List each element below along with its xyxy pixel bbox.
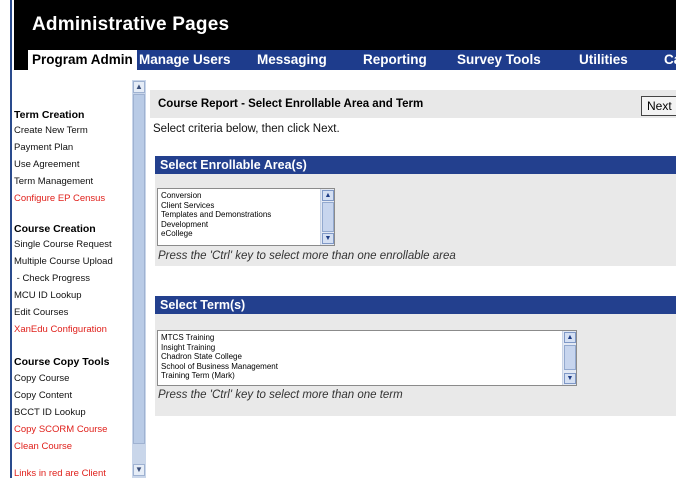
nav-tab-manage-users[interactable]: Manage Users: [139, 50, 231, 70]
sidebar: Term Creation Create New Term Payment Pl…: [14, 80, 132, 479]
list-item[interactable]: School of Business Management: [158, 362, 576, 372]
nav-left-edge: [14, 50, 28, 70]
sidebar-link-xanedu-configuration[interactable]: XanEdu Configuration: [14, 324, 107, 335]
enrollable-area-listbox[interactable]: Conversion Client Services Templates and…: [157, 188, 335, 246]
page-title: Course Report - Select Enrollable Area a…: [158, 98, 424, 110]
nav-tab-messaging[interactable]: Messaging: [257, 50, 327, 70]
instructions-text: Select criteria below, then click Next.: [153, 123, 340, 135]
sidebar-scroll-thumb[interactable]: [133, 94, 145, 444]
sidebar-link-copy-scorm-course[interactable]: Copy SCORM Course: [14, 424, 107, 435]
down-arrow-icon[interactable]: ▼: [322, 233, 334, 244]
next-button[interactable]: Next: [641, 96, 676, 116]
list-item[interactable]: Conversion: [158, 191, 334, 201]
term-heading: Select Term(s): [155, 296, 676, 314]
sidebar-link-single-course-request[interactable]: Single Course Request: [14, 239, 112, 250]
window-left-frame: [0, 0, 12, 478]
sidebar-link-mcu-id-lookup[interactable]: MCU ID Lookup: [14, 290, 82, 301]
list-item[interactable]: MTCS Training: [158, 333, 576, 343]
report-title-bar: Course Report - Select Enrollable Area a…: [150, 90, 676, 118]
term-listbox-scrollbar[interactable]: ▲ ▼: [562, 331, 576, 385]
sidebar-link-create-new-term[interactable]: Create New Term: [14, 125, 88, 136]
sidebar-link-payment-plan[interactable]: Payment Plan: [14, 142, 73, 153]
list-item[interactable]: Development: [158, 220, 334, 230]
term-scroll-thumb[interactable]: [564, 345, 576, 370]
app-header: Administrative Pages: [14, 0, 676, 50]
sidebar-link-edit-courses[interactable]: Edit Courses: [14, 307, 68, 318]
list-item[interactable]: Templates and Demonstrations: [158, 210, 334, 220]
up-arrow-icon[interactable]: ▲: [564, 332, 576, 343]
sidebar-link-clean-course[interactable]: Clean Course: [14, 441, 72, 452]
sidebar-section-course-copy-tools: Course Copy Tools: [14, 356, 110, 368]
sidebar-link-multiple-course-upload[interactable]: Multiple Course Upload: [14, 256, 113, 267]
top-nav: Program Admin Manage Users Messaging Rep…: [28, 50, 676, 70]
sidebar-section-term-creation: Term Creation: [14, 109, 85, 121]
term-listbox[interactable]: MTCS Training Insight Training Chadron S…: [157, 330, 577, 386]
list-item[interactable]: eCollege: [158, 229, 334, 239]
down-arrow-icon[interactable]: ▼: [133, 464, 145, 476]
sidebar-link-check-progress[interactable]: - Check Progress: [14, 273, 90, 284]
list-item[interactable]: Chadron State College: [158, 352, 576, 362]
enrollable-area-panel: Select Enrollable Area(s) Conversion Cli…: [155, 156, 676, 266]
list-item[interactable]: Client Services: [158, 201, 334, 211]
sidebar-link-configure-ep-census[interactable]: Configure EP Census: [14, 193, 105, 204]
sidebar-link-use-agreement[interactable]: Use Agreement: [14, 159, 79, 170]
sidebar-footer-note: Links in red are Client: [14, 468, 106, 479]
sidebar-link-term-management[interactable]: Term Management: [14, 176, 93, 187]
list-item[interactable]: Training Term (Mark): [158, 371, 576, 381]
list-item[interactable]: Insight Training: [158, 343, 576, 353]
sidebar-link-copy-course[interactable]: Copy Course: [14, 373, 69, 384]
sidebar-link-copy-content[interactable]: Copy Content: [14, 390, 72, 401]
app-title: Administrative Pages: [32, 14, 230, 35]
enrollable-area-hint: Press the 'Ctrl' key to select more than…: [158, 250, 456, 262]
enrollable-scroll-thumb[interactable]: [322, 202, 334, 232]
term-hint: Press the 'Ctrl' key to select more than…: [158, 389, 403, 401]
up-arrow-icon[interactable]: ▲: [133, 81, 145, 93]
up-arrow-icon[interactable]: ▲: [322, 190, 334, 201]
term-panel: Select Term(s) MTCS Training Insight Tra…: [155, 296, 676, 416]
nav-tab-program-admin[interactable]: Program Admin: [28, 50, 137, 70]
nav-tab-truncated[interactable]: Ca: [664, 50, 676, 70]
enrollable-listbox-scrollbar[interactable]: ▲ ▼: [320, 189, 334, 245]
enrollable-area-heading: Select Enrollable Area(s): [155, 156, 676, 174]
nav-tab-reporting[interactable]: Reporting: [363, 50, 427, 70]
sidebar-link-bcct-id-lookup[interactable]: BCCT ID Lookup: [14, 407, 86, 418]
sidebar-section-course-creation: Course Creation: [14, 223, 96, 235]
sidebar-scrollbar[interactable]: ▲ ▼: [132, 80, 146, 478]
nav-tab-survey-tools[interactable]: Survey Tools: [457, 50, 541, 70]
nav-tab-utilities[interactable]: Utilities: [579, 50, 628, 70]
main-content: Course Report - Select Enrollable Area a…: [150, 80, 676, 478]
down-arrow-icon[interactable]: ▼: [564, 373, 576, 384]
